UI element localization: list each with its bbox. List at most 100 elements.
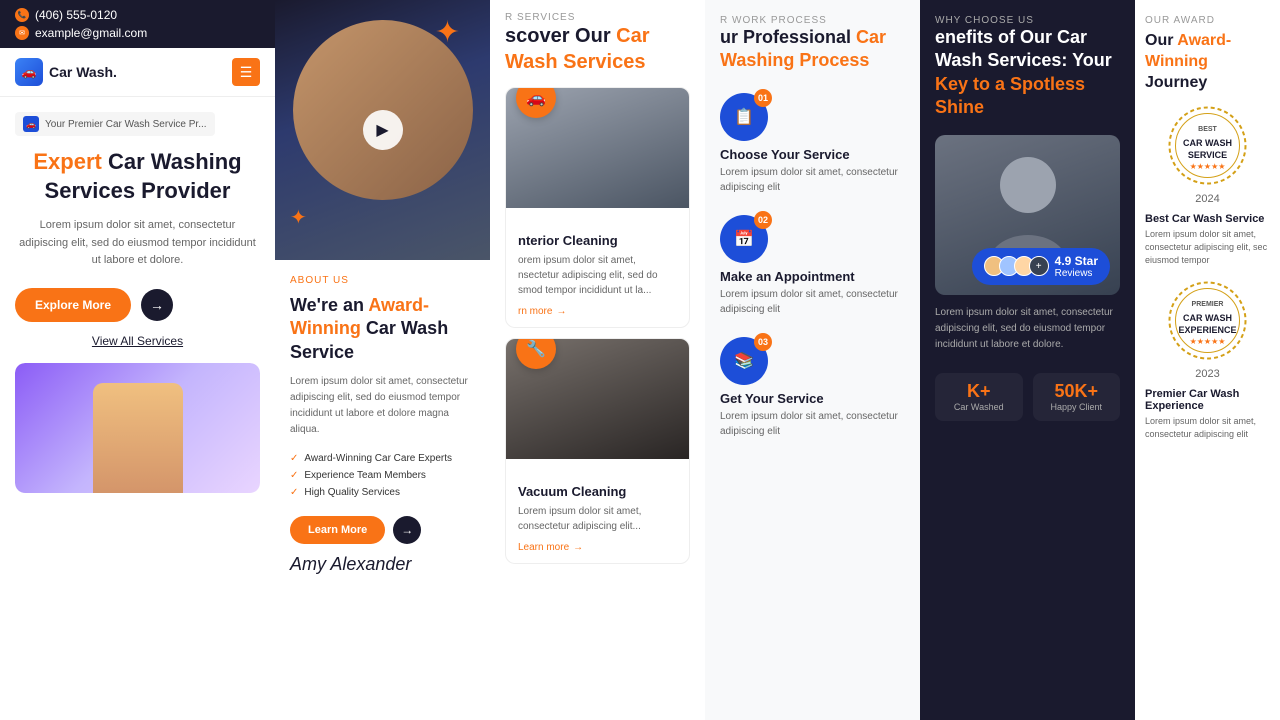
services-title-pre: scover Our bbox=[505, 25, 616, 47]
service-card-body-1: nterior Cleaning orem ipsum dolor sit am… bbox=[506, 208, 689, 327]
about-tag: ABOUT US bbox=[290, 275, 475, 286]
why-title-accent: Key to a Spotless Shine bbox=[935, 74, 1085, 117]
menu-button[interactable]: ☰ bbox=[232, 58, 260, 86]
service-learn-text-1: rn more bbox=[518, 306, 552, 317]
service-learn-more-1[interactable]: rn more → bbox=[518, 306, 677, 317]
work-tag: R WORK PROCESS bbox=[720, 15, 905, 26]
learn-more-button[interactable]: Learn More bbox=[290, 516, 385, 544]
hero-btn-group: Explore More → bbox=[15, 288, 260, 322]
work-title: ur Professional Car Washing Process bbox=[720, 26, 905, 73]
step-number-3: 03 bbox=[754, 333, 772, 351]
panel-awards: OUR AWARD Our Award-Winning Journey BEST… bbox=[1135, 0, 1280, 720]
stat-number-2: 50K+ bbox=[1041, 381, 1113, 402]
avatar-plus: + bbox=[1029, 256, 1049, 276]
explore-arrow-button[interactable]: → bbox=[141, 289, 173, 321]
about-title-pre: We're an bbox=[290, 295, 368, 315]
person-silhouette bbox=[93, 383, 183, 493]
email-item: ✉ example@gmail.com bbox=[15, 26, 260, 40]
logo-icon: 🚗 bbox=[15, 58, 43, 86]
step-2: 📅 02 Make an Appointment Lorem ipsum dol… bbox=[705, 205, 920, 327]
phone-item: 📞 (406) 555-0120 bbox=[15, 8, 260, 22]
hero-section: 🚗 Your Premier Car Wash Service Pr... Ex… bbox=[0, 97, 275, 720]
step-icon-row-3: 📚 03 bbox=[720, 337, 905, 385]
star-decoration-1: ✦ bbox=[435, 15, 460, 50]
step-desc-2: Lorem ipsum dolor sit amet, consectetur … bbox=[720, 287, 905, 317]
step-number-1: 01 bbox=[754, 89, 772, 107]
award-desc-2: Lorem ipsum dolor sit amet, consectetur … bbox=[1145, 415, 1270, 440]
rating-stars: 4.9 Star bbox=[1055, 254, 1098, 268]
award-title-2: Premier Car Wash Experience bbox=[1145, 388, 1270, 412]
step-icon-row-2: 📅 02 bbox=[720, 215, 905, 263]
feature-item-3: High Quality Services bbox=[290, 484, 475, 501]
why-description: Lorem ipsum dolor sit amet, consectetur … bbox=[920, 295, 1135, 363]
services-header: R SERVICES scover Our Car Wash Services bbox=[490, 0, 705, 87]
feature-item-1: Award-Winning Car Care Experts bbox=[290, 450, 475, 467]
hero-title: Expert Car Washing Services Provider bbox=[15, 148, 260, 205]
about-section: ABOUT US We're an Award-Winning Car Wash… bbox=[275, 260, 490, 720]
svg-text:BEST: BEST bbox=[1198, 126, 1217, 133]
navbar: 🚗 Car Wash. ☰ bbox=[0, 48, 275, 97]
breadcrumb-text: Your Premier Car Wash Service Pr... bbox=[45, 119, 207, 130]
step-number-2: 02 bbox=[754, 211, 772, 229]
step-1: 📋 01 Choose Your Service Lorem ipsum dol… bbox=[705, 83, 920, 205]
service-card-1: 🚗 nterior Cleaning orem ipsum dolor sit … bbox=[505, 87, 690, 328]
work-process-header: R WORK PROCESS ur Professional Car Washi… bbox=[705, 0, 920, 83]
learn-arrow-button[interactable]: → bbox=[393, 516, 421, 544]
feature-list: Award-Winning Car Care Experts Experienc… bbox=[290, 450, 475, 501]
service-card-body-2: Vacuum Cleaning Lorem ipsum dolor sit am… bbox=[506, 459, 689, 563]
rating-avatars: + bbox=[984, 256, 1049, 276]
service-card-image-1: 🚗 bbox=[506, 88, 689, 208]
svg-text:EXPERIENCE: EXPERIENCE bbox=[1178, 325, 1236, 335]
stat-number-1: K+ bbox=[943, 381, 1015, 402]
rating-label: Reviews bbox=[1055, 268, 1093, 279]
svg-text:PREMIER: PREMIER bbox=[1192, 301, 1224, 308]
video-section: ▶ ✦ ✦ bbox=[275, 0, 490, 260]
arrow-icon-1: → bbox=[556, 306, 566, 317]
step-icon-row-1: 📋 01 bbox=[720, 93, 905, 141]
top-bar: 📞 (406) 555-0120 ✉ example@gmail.com bbox=[0, 0, 275, 48]
star-decoration-2: ✦ bbox=[290, 205, 307, 230]
service-desc-2: Lorem ipsum dolor sit amet, consectetur … bbox=[518, 504, 677, 534]
service-title-2: Vacuum Cleaning bbox=[518, 484, 677, 499]
why-title-pre: enefits of Our Car Wash Services: Your bbox=[935, 27, 1112, 70]
about-description: Lorem ipsum dolor sit amet, consectetur … bbox=[290, 374, 475, 438]
play-button[interactable]: ▶ bbox=[363, 110, 403, 150]
services-title: scover Our Car Wash Services bbox=[505, 23, 690, 75]
panel-work-process: R WORK PROCESS ur Professional Car Washi… bbox=[705, 0, 920, 720]
service-desc-1: orem ipsum dolor sit amet, nsectetur adi… bbox=[518, 253, 677, 298]
arrow-icon-2: → bbox=[573, 542, 583, 553]
hero-person-image bbox=[15, 363, 260, 493]
panel-about: ▶ ✦ ✦ ABOUT US We're an Award-Winning Ca… bbox=[275, 0, 490, 720]
award-desc-1: Lorem ipsum dolor sit amet, consectetur … bbox=[1145, 228, 1270, 266]
hero-description: Lorem ipsum dolor sit amet, consectetur … bbox=[15, 217, 260, 270]
step-desc-3: Lorem ipsum dolor sit amet, consectetur … bbox=[720, 409, 905, 439]
step-desc-1: Lorem ipsum dolor sit amet, consectetur … bbox=[720, 165, 905, 195]
phone-number: (406) 555-0120 bbox=[35, 8, 117, 22]
breadcrumb-icon: 🚗 bbox=[23, 116, 39, 132]
award-entry-2: PREMIER CAR WASH EXPERIENCE ★★★★★ 2023 P… bbox=[1145, 278, 1270, 440]
award-year-2: 2023 bbox=[1145, 368, 1270, 380]
svg-text:CAR WASH: CAR WASH bbox=[1183, 138, 1232, 148]
service-card-2: 🔧 Vacuum Cleaning Lorem ipsum dolor sit … bbox=[505, 338, 690, 564]
step-icon-2: 📅 02 bbox=[720, 215, 768, 263]
feature-item-2: Experience Team Members bbox=[290, 467, 475, 484]
awards-tag: OUR AWARD bbox=[1145, 15, 1270, 26]
learn-more-group: Learn More → bbox=[290, 516, 475, 544]
wreath-svg-1: BEST CAR WASH SERVICE ★★★★★ bbox=[1165, 103, 1250, 188]
stats-row: K+ Car Washed 50K+ Happy Client bbox=[920, 363, 1135, 432]
award-wreath-1: BEST CAR WASH SERVICE ★★★★★ bbox=[1165, 103, 1250, 188]
svg-text:CAR WASH: CAR WASH bbox=[1183, 313, 1232, 323]
awards-title: Our Award-Winning Journey bbox=[1145, 31, 1270, 93]
panel-hero: 📞 (406) 555-0120 ✉ example@gmail.com 🚗 C… bbox=[0, 0, 275, 720]
step-icon-3: 📚 03 bbox=[720, 337, 768, 385]
panel-services: R SERVICES scover Our Car Wash Services … bbox=[490, 0, 705, 720]
explore-more-button[interactable]: Explore More bbox=[15, 288, 131, 322]
step-content-1: Choose Your Service Lorem ipsum dolor si… bbox=[720, 147, 905, 195]
view-all-services-link[interactable]: View All Services bbox=[15, 334, 260, 348]
service-learn-more-2[interactable]: Learn more → bbox=[518, 542, 677, 553]
wreath-svg-2: PREMIER CAR WASH EXPERIENCE ★★★★★ bbox=[1165, 278, 1250, 363]
why-tag: WHY CHOOSE US bbox=[935, 15, 1120, 26]
awards-title-pre: Our bbox=[1145, 32, 1177, 49]
step-3: 📚 03 Get Your Service Lorem ipsum dolor … bbox=[705, 327, 920, 449]
breadcrumb: 🚗 Your Premier Car Wash Service Pr... bbox=[15, 112, 215, 136]
